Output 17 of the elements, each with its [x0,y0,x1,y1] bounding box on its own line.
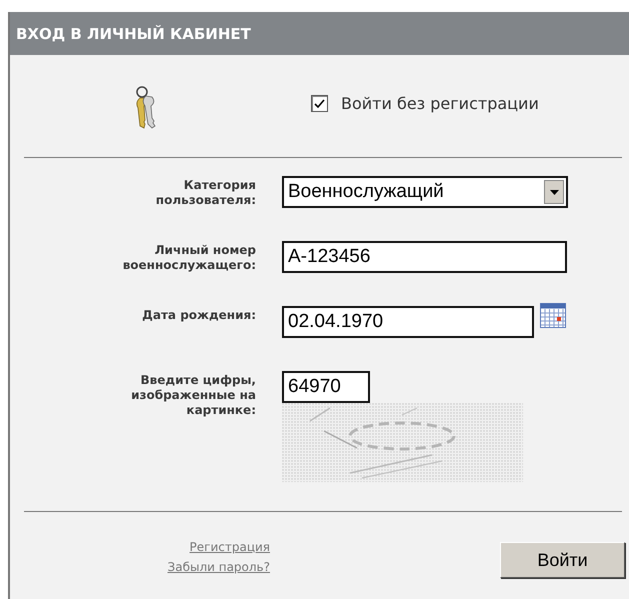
captcha-field[interactable]: 64970 [282,371,370,403]
field-label: Личный номер военнослужащего: [122,242,256,273]
checkbox[interactable] [311,95,328,112]
field-label: Дата рождения: [141,307,256,323]
input-field[interactable]: А-123456 [282,241,567,273]
caret-icon [550,190,558,194]
field-label: Введите цифры, изображенные на картинке: [130,372,256,418]
link[interactable]: Регистрация [190,540,270,554]
field-label: Категория пользователя: [154,177,256,208]
link[interactable]: Забыли пароль? [168,560,270,574]
panel-title: ВХОД В ЛИЧНЫЙ КАБИНЕТ [16,24,251,42]
checkbox-label: Войти без регистрации [341,94,539,113]
category-dropdown[interactable]: Военнослужащий [282,176,568,208]
login-button[interactable]: Войти [500,542,625,578]
check-icon [314,98,325,108]
date-field[interactable]: 02.04.1970 [282,306,534,338]
calendar-icon[interactable] [540,303,566,328]
